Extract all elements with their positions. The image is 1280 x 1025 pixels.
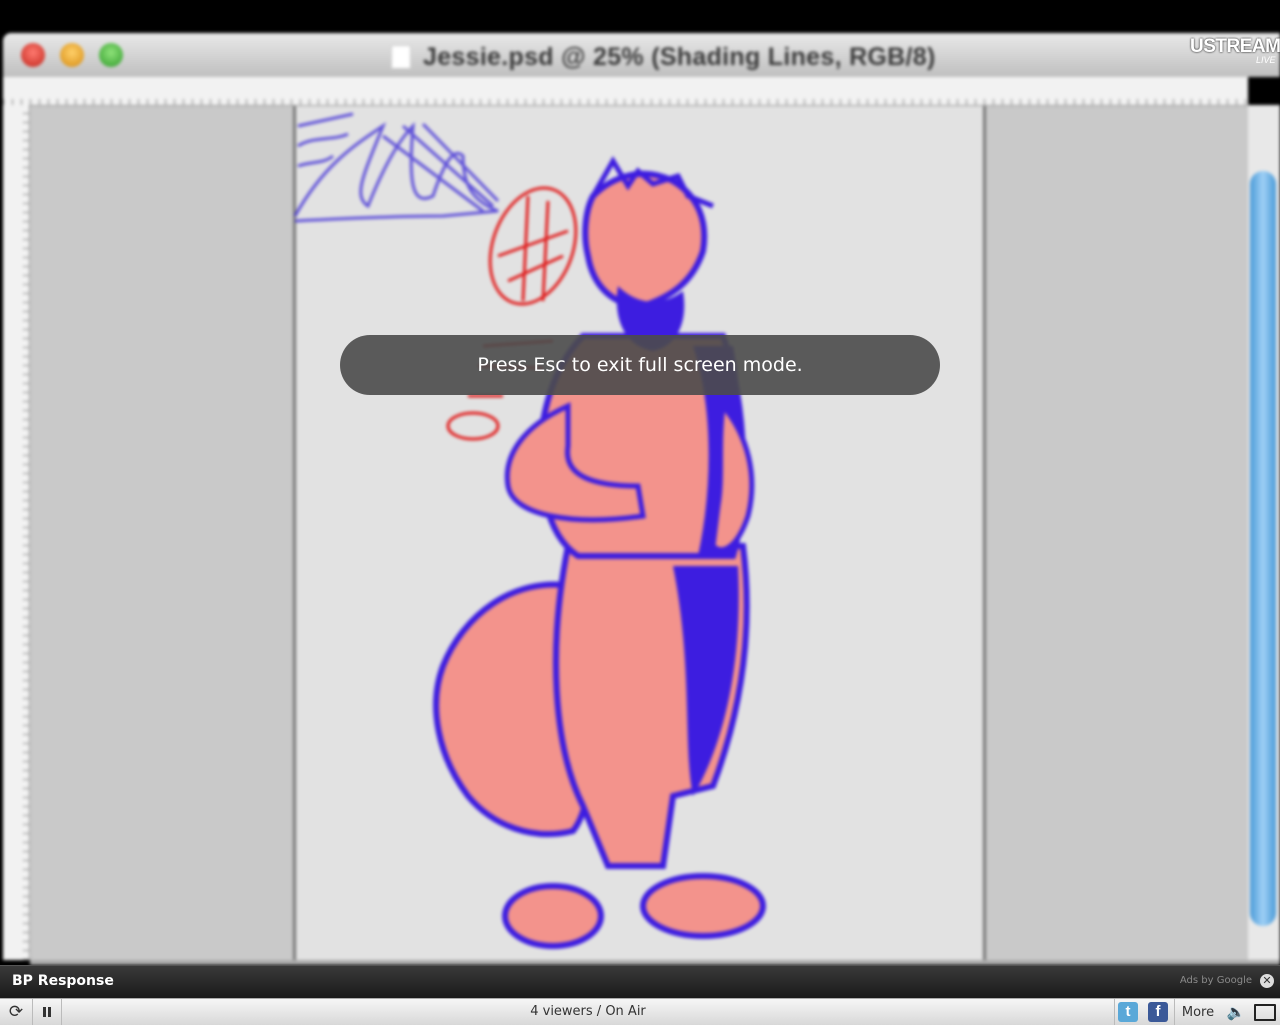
fullscreen-icon xyxy=(1254,1003,1276,1021)
close-window-icon xyxy=(21,43,45,67)
scrollbar-thumb xyxy=(1250,171,1276,926)
volume-button[interactable]: 🔈 xyxy=(1222,999,1250,1025)
minimize-window-icon xyxy=(60,43,84,67)
right-arm xyxy=(710,399,755,553)
channel-bar: BP Response Ads by Google ✕ xyxy=(0,965,1280,998)
photoshop-scrollbar xyxy=(1248,105,1280,960)
volume-icon: 🔈 xyxy=(1226,1003,1246,1021)
left-foot xyxy=(502,883,604,949)
horizontal-ruler xyxy=(3,77,1248,106)
fullscreen-button[interactable] xyxy=(1250,999,1280,1025)
facebook-icon: f xyxy=(1148,1002,1168,1022)
player-controls: ⟳ 4 viewers / On Air t f More 🔈 xyxy=(0,998,1280,1025)
ads-label: Ads by Google xyxy=(1179,975,1252,986)
stream-video[interactable]: Jessie.psd @ 25% (Shading Lines, RGB/8) xyxy=(0,0,1280,965)
document-title: Jessie.psd @ 25% (Shading Lines, RGB/8) xyxy=(423,43,936,71)
photoshop-title-bar: Jessie.psd @ 25% (Shading Lines, RGB/8) xyxy=(3,33,1280,77)
zoom-window-icon xyxy=(99,43,123,67)
divider xyxy=(1174,999,1175,1025)
photoshop-window: Jessie.psd @ 25% (Shading Lines, RGB/8) xyxy=(0,30,1280,965)
character-drawing xyxy=(293,112,766,949)
channel-title: BP Response xyxy=(12,973,114,989)
facebook-share-button[interactable]: f xyxy=(1146,999,1170,1025)
viewer-status: 4 viewers / On Air xyxy=(530,1004,646,1019)
divider xyxy=(1114,999,1115,1025)
twitter-share-button[interactable]: t xyxy=(1116,999,1140,1025)
ustream-live-badge: LIVE xyxy=(1256,55,1276,65)
close-icon[interactable]: ✕ xyxy=(1260,974,1274,988)
document-icon xyxy=(391,45,411,69)
more-button[interactable]: More xyxy=(1176,999,1220,1025)
twitter-icon: t xyxy=(1118,1002,1138,1022)
blue-sketch-scribble xyxy=(293,112,500,223)
vertical-ruler xyxy=(3,105,30,960)
fullscreen-notice: Press Esc to exit full screen mode. xyxy=(340,335,940,395)
right-foot xyxy=(640,873,766,939)
